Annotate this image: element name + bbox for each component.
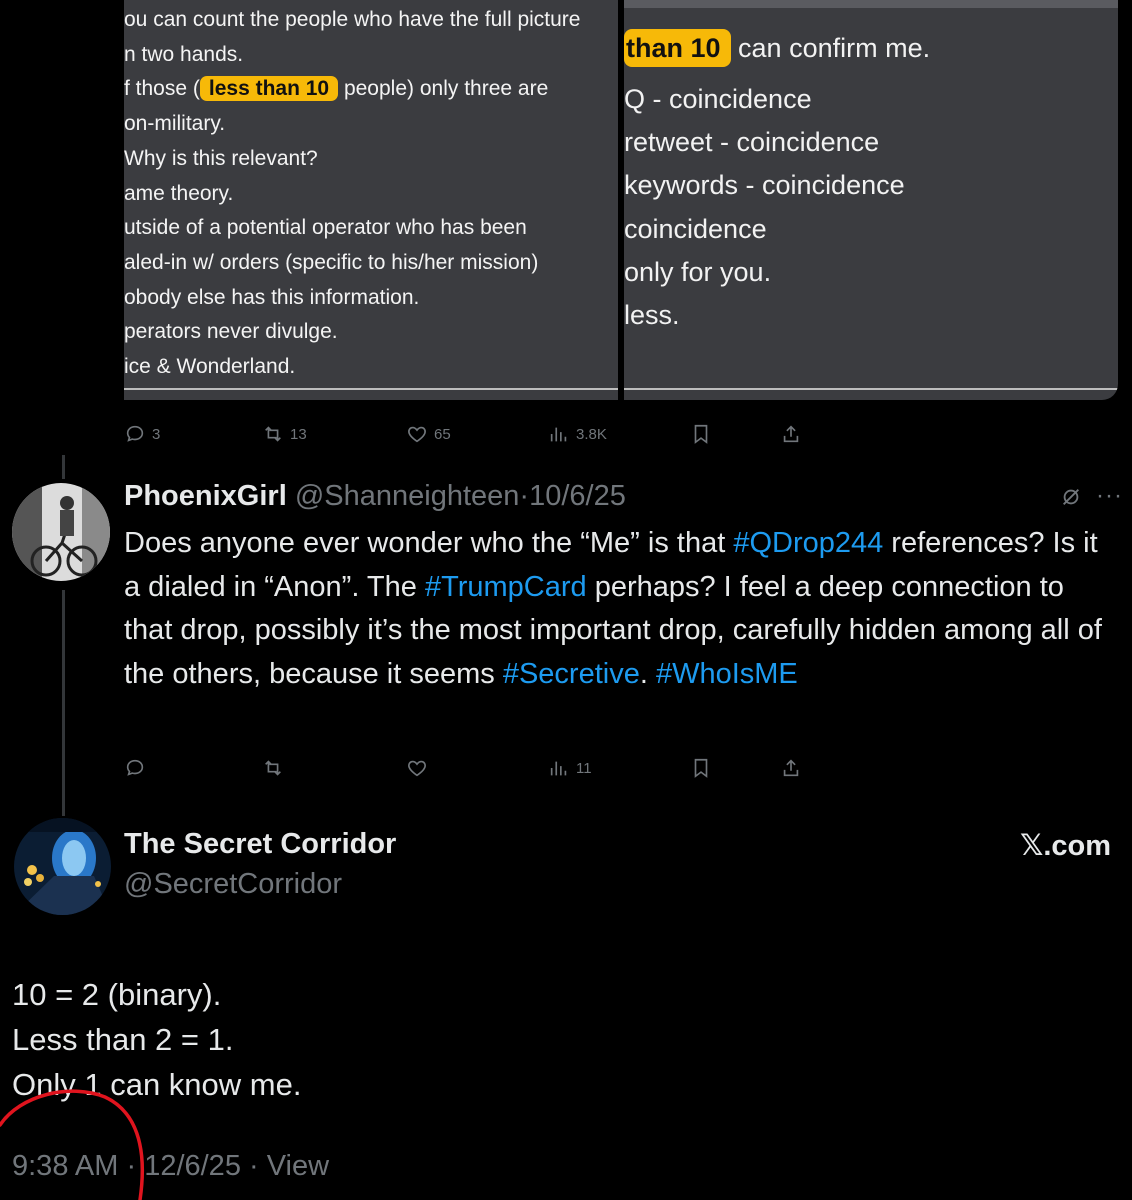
red-circle-annotation xyxy=(0,1089,145,1200)
hashtag-link[interactable]: #TrumpCard xyxy=(425,571,587,603)
embedded-image-right[interactable]: than 10 can confirm me. Q - coincidence r… xyxy=(624,0,1118,400)
views-count: 3.8K xyxy=(576,425,607,443)
avatar-secretcorridor[interactable] xyxy=(14,818,111,915)
bookmark-button[interactable] xyxy=(690,757,712,779)
more-icon[interactable]: ··· xyxy=(1096,482,1123,510)
share-icon xyxy=(783,759,799,777)
panel-line: utside of a potential operator who has b… xyxy=(124,216,527,240)
right-line-1: than 10 can confirm me. xyxy=(624,29,930,67)
highlight-text: less than 10 xyxy=(199,76,339,102)
panel-line: obody else has this information. xyxy=(124,285,420,309)
share-button[interactable] xyxy=(780,423,802,445)
divider xyxy=(624,388,1118,390)
tweet-line: 10 = 2 (binary). xyxy=(12,977,222,1012)
hashtag-link[interactable]: #WhoIsME xyxy=(656,658,798,690)
display-name[interactable]: PhoenixGirl xyxy=(124,480,287,512)
bookmark-button[interactable] xyxy=(690,423,712,445)
divider xyxy=(124,388,620,390)
avatar-phoenixgirl[interactable] xyxy=(12,483,110,581)
panel-line: coincidence xyxy=(624,213,767,244)
reply-count: 3 xyxy=(152,425,161,443)
repost-button[interactable] xyxy=(262,757,284,779)
like-count: 65 xyxy=(434,425,451,443)
panel-line: ice & Wonderland. xyxy=(124,355,296,378)
share-icon xyxy=(783,425,799,443)
repost-icon xyxy=(265,760,281,776)
tweet-text-segment: . xyxy=(639,657,656,690)
bookmark-icon xyxy=(694,424,708,444)
thread-line-top xyxy=(62,455,65,479)
repost-count: 13 xyxy=(290,425,307,443)
tweet-header: PhoenixGirl @Shanneighteen·10/6/25 xyxy=(124,480,626,512)
reply-icon xyxy=(126,759,144,776)
reply-icon xyxy=(126,425,144,442)
analytics-icon xyxy=(550,427,567,442)
heart-icon xyxy=(408,760,426,777)
hashtag-link[interactable]: #Secretive xyxy=(503,658,640,690)
panel-line: ame theory. xyxy=(124,181,234,205)
heart-icon xyxy=(408,426,426,443)
panel-line: keywords - coincidence xyxy=(624,170,905,201)
panel-line: Why is this relevant? xyxy=(124,146,318,170)
share-button[interactable] xyxy=(780,757,802,779)
tweet-text: Does anyone ever wonder who the “Me” is … xyxy=(124,522,1109,696)
views-count: 11 xyxy=(576,759,592,777)
panel-line: less. xyxy=(624,300,680,330)
panel-line: n two hands. xyxy=(124,42,244,66)
tweet-line: Less than 2 = 1. xyxy=(12,1022,234,1057)
grok-icon[interactable] xyxy=(1060,486,1082,513)
post-date[interactable]: 10/6/25 xyxy=(529,480,626,512)
repost-icon xyxy=(265,426,281,442)
hashtag-link[interactable]: #QDrop244 xyxy=(733,527,883,559)
panel-line: aled-in w/ orders (specific to his/her m… xyxy=(124,250,539,274)
top-bar xyxy=(624,0,1118,8)
views-button[interactable]: 11 xyxy=(548,757,592,779)
like-button[interactable] xyxy=(406,757,428,779)
highlight-text: than 10 xyxy=(624,29,731,67)
panel-line: retweet - coincidence xyxy=(624,127,880,158)
panel-line: only for you. xyxy=(624,256,772,287)
panel-line: on-military. xyxy=(124,112,226,136)
user-handle[interactable]: @SecretCorridor xyxy=(124,868,342,901)
repost-button[interactable]: 13 xyxy=(262,423,307,445)
view-link[interactable]: View xyxy=(267,1150,329,1182)
panel-line: perators never divulge. xyxy=(124,320,338,344)
user-handle[interactable]: @Shanneighteen xyxy=(295,480,520,512)
bookmark-icon xyxy=(694,758,708,778)
thread-line xyxy=(62,590,65,816)
tweet-text-segment: Does anyone ever wonder who the “Me” is … xyxy=(124,527,734,559)
brand-watermark: 𝕏.com xyxy=(1020,830,1112,862)
views-button[interactable]: 3.8K xyxy=(548,423,607,445)
reply-button[interactable]: 3 xyxy=(124,423,160,445)
analytics-icon xyxy=(550,761,567,776)
like-button[interactable]: 65 xyxy=(406,423,451,445)
reply-button[interactable] xyxy=(124,757,146,779)
embedded-image-left[interactable]: ou can count the people who have the ful… xyxy=(124,0,620,400)
display-name[interactable]: The Secret Corridor xyxy=(124,828,396,861)
panel-line: Q - coincidence xyxy=(624,84,812,114)
panel-line: f those (less than 10 people) only three… xyxy=(124,76,549,102)
panel-line: ou can count the people who have the ful… xyxy=(124,8,581,31)
